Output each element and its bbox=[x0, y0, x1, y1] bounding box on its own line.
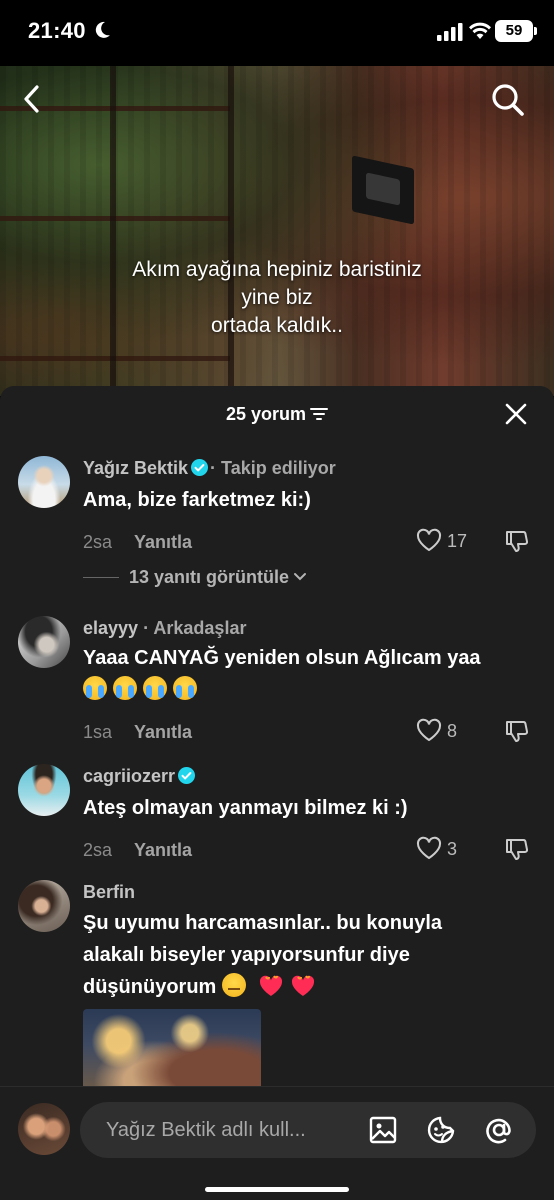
comment-text: Yaaa CANYAĞ yeniden olsun Ağlıcam yaa bbox=[83, 642, 538, 706]
comment-author[interactable]: cagriiozerr bbox=[83, 766, 197, 787]
dislike-icon[interactable] bbox=[504, 836, 530, 862]
video-player[interactable]: Akım ayağına hepiniz baristiniz yine biz… bbox=[0, 66, 554, 396]
comment-meta: 1sa Yanıtla bbox=[83, 722, 192, 743]
like-count: 8 bbox=[447, 721, 458, 741]
signal-icon bbox=[437, 23, 463, 41]
like-count: 3 bbox=[447, 839, 458, 859]
avatar[interactable] bbox=[18, 764, 70, 816]
mention-icon[interactable] bbox=[484, 1115, 514, 1145]
reply-button[interactable]: Yanıtla bbox=[134, 840, 192, 860]
avatar[interactable] bbox=[18, 456, 70, 508]
video-overlay bbox=[0, 66, 554, 396]
reply-button[interactable]: Yanıtla bbox=[134, 532, 192, 552]
heart-on-fire-emoji-icon bbox=[291, 975, 314, 996]
heart-on-fire-emoji-icon bbox=[259, 975, 282, 996]
moon-icon bbox=[95, 21, 110, 38]
like-button[interactable]: 17 bbox=[416, 528, 467, 554]
sheet-header: 25 yorum bbox=[0, 386, 554, 442]
status-bar: 21:40 59 bbox=[0, 0, 554, 66]
crying-emoji-icon bbox=[143, 676, 167, 700]
heart-icon[interactable] bbox=[416, 718, 442, 742]
heart-icon[interactable] bbox=[416, 528, 442, 552]
avatar[interactable] bbox=[18, 616, 70, 668]
comment-author[interactable]: Berfin bbox=[83, 882, 135, 903]
wifi-icon bbox=[469, 22, 491, 39]
caption-line: ortada kaldık.. bbox=[211, 314, 343, 337]
comment-text-line: Şu uyumu harcamasınlar.. bu konuyla bbox=[83, 912, 442, 934]
comment-meta: 2sa Yanıtla bbox=[83, 532, 192, 553]
comment-time: 2sa bbox=[83, 840, 113, 860]
like-button[interactable]: 3 bbox=[416, 836, 457, 862]
comment-count: 25 yorum bbox=[225, 404, 307, 424]
status-time: 21:40 bbox=[28, 18, 86, 43]
comment-count-title[interactable]: 25 yorum bbox=[0, 404, 554, 425]
verified-badge-icon bbox=[178, 767, 196, 784]
comment-text: Ama, bize farketmez ki:) bbox=[83, 489, 311, 511]
comment-author[interactable]: Yağız Bektik · Takip ediliyor bbox=[83, 458, 336, 479]
dislike-icon[interactable] bbox=[504, 718, 530, 744]
author-name[interactable]: cagriiozerr bbox=[83, 766, 175, 786]
current-user-avatar[interactable] bbox=[18, 1103, 70, 1155]
back-arrow-icon[interactable] bbox=[20, 84, 44, 114]
crying-emoji-icon bbox=[113, 676, 137, 700]
sticker-icon[interactable] bbox=[426, 1115, 456, 1145]
author-relation: · Arkadaşlar bbox=[143, 618, 247, 638]
sort-filter-icon[interactable] bbox=[310, 407, 329, 421]
comment-text-line: Yaaa CANYAĞ yeniden olsun Ağlıcam yaa bbox=[83, 647, 481, 669]
like-button[interactable]: 8 bbox=[416, 718, 457, 744]
raised-eyebrow-emoji-icon bbox=[221, 973, 246, 997]
author-name[interactable]: elayyy bbox=[83, 618, 138, 638]
like-count: 17 bbox=[447, 531, 468, 551]
comment-author[interactable]: elayyy · Arkadaşlar bbox=[83, 618, 246, 639]
comment-text: Ateş olmayan yanmayı bilmez ki :) bbox=[83, 797, 408, 819]
home-indicator[interactable] bbox=[205, 1187, 349, 1192]
image-icon[interactable] bbox=[368, 1115, 398, 1145]
comment-time: 2sa bbox=[83, 532, 113, 552]
comment-image[interactable] bbox=[83, 1009, 261, 1089]
comment-time: 1sa bbox=[83, 722, 113, 742]
comment-input[interactable] bbox=[106, 1102, 356, 1158]
battery-indicator: 59 bbox=[495, 20, 537, 42]
comments-sheet: 25 yorum Yağız Bektik · Takip ediliyor Am… bbox=[0, 386, 554, 1200]
crying-emoji-icon bbox=[173, 676, 197, 700]
comment-text-line: düşünüyorum bbox=[83, 971, 538, 1003]
author-relation: · Takip ediliyor bbox=[210, 458, 336, 478]
author-name[interactable]: Berfin bbox=[83, 882, 135, 902]
view-replies-label[interactable]: 13 yanıtı görüntüle bbox=[129, 567, 289, 587]
view-replies-button[interactable]: 13 yanıtı görüntüle bbox=[83, 567, 307, 588]
replies-divider bbox=[83, 577, 119, 578]
dislike-icon[interactable] bbox=[504, 528, 530, 554]
comment-text-line: alakalı biseyler yapıyorsunfur diye bbox=[83, 944, 410, 966]
reply-button[interactable]: Yanıtla bbox=[134, 722, 192, 742]
comment-input-container[interactable] bbox=[80, 1102, 536, 1158]
comment-text-segment: düşünüyorum bbox=[83, 976, 217, 998]
author-name[interactable]: Yağız Bektik bbox=[83, 458, 188, 478]
heart-icon[interactable] bbox=[416, 836, 442, 860]
chevron-down-icon bbox=[294, 573, 307, 581]
caption-line: Akım ayağına hepiniz baristiniz bbox=[132, 258, 422, 281]
comment-meta: 2sa Yanıtla bbox=[83, 840, 192, 861]
caption-line: yine biz bbox=[241, 286, 313, 309]
video-caption: Akım ayağına hepiniz baristiniz yine biz… bbox=[0, 256, 554, 340]
crying-emoji-icon bbox=[83, 676, 107, 700]
comment-text: Şu uyumu harcamasınlar.. bu konuyla alak… bbox=[83, 907, 538, 1003]
comment-input-bar bbox=[0, 1086, 554, 1200]
close-icon[interactable] bbox=[504, 402, 528, 426]
verified-badge-icon bbox=[191, 459, 209, 476]
search-icon[interactable] bbox=[490, 82, 526, 118]
avatar[interactable] bbox=[18, 880, 70, 932]
emoji-row bbox=[83, 674, 538, 706]
